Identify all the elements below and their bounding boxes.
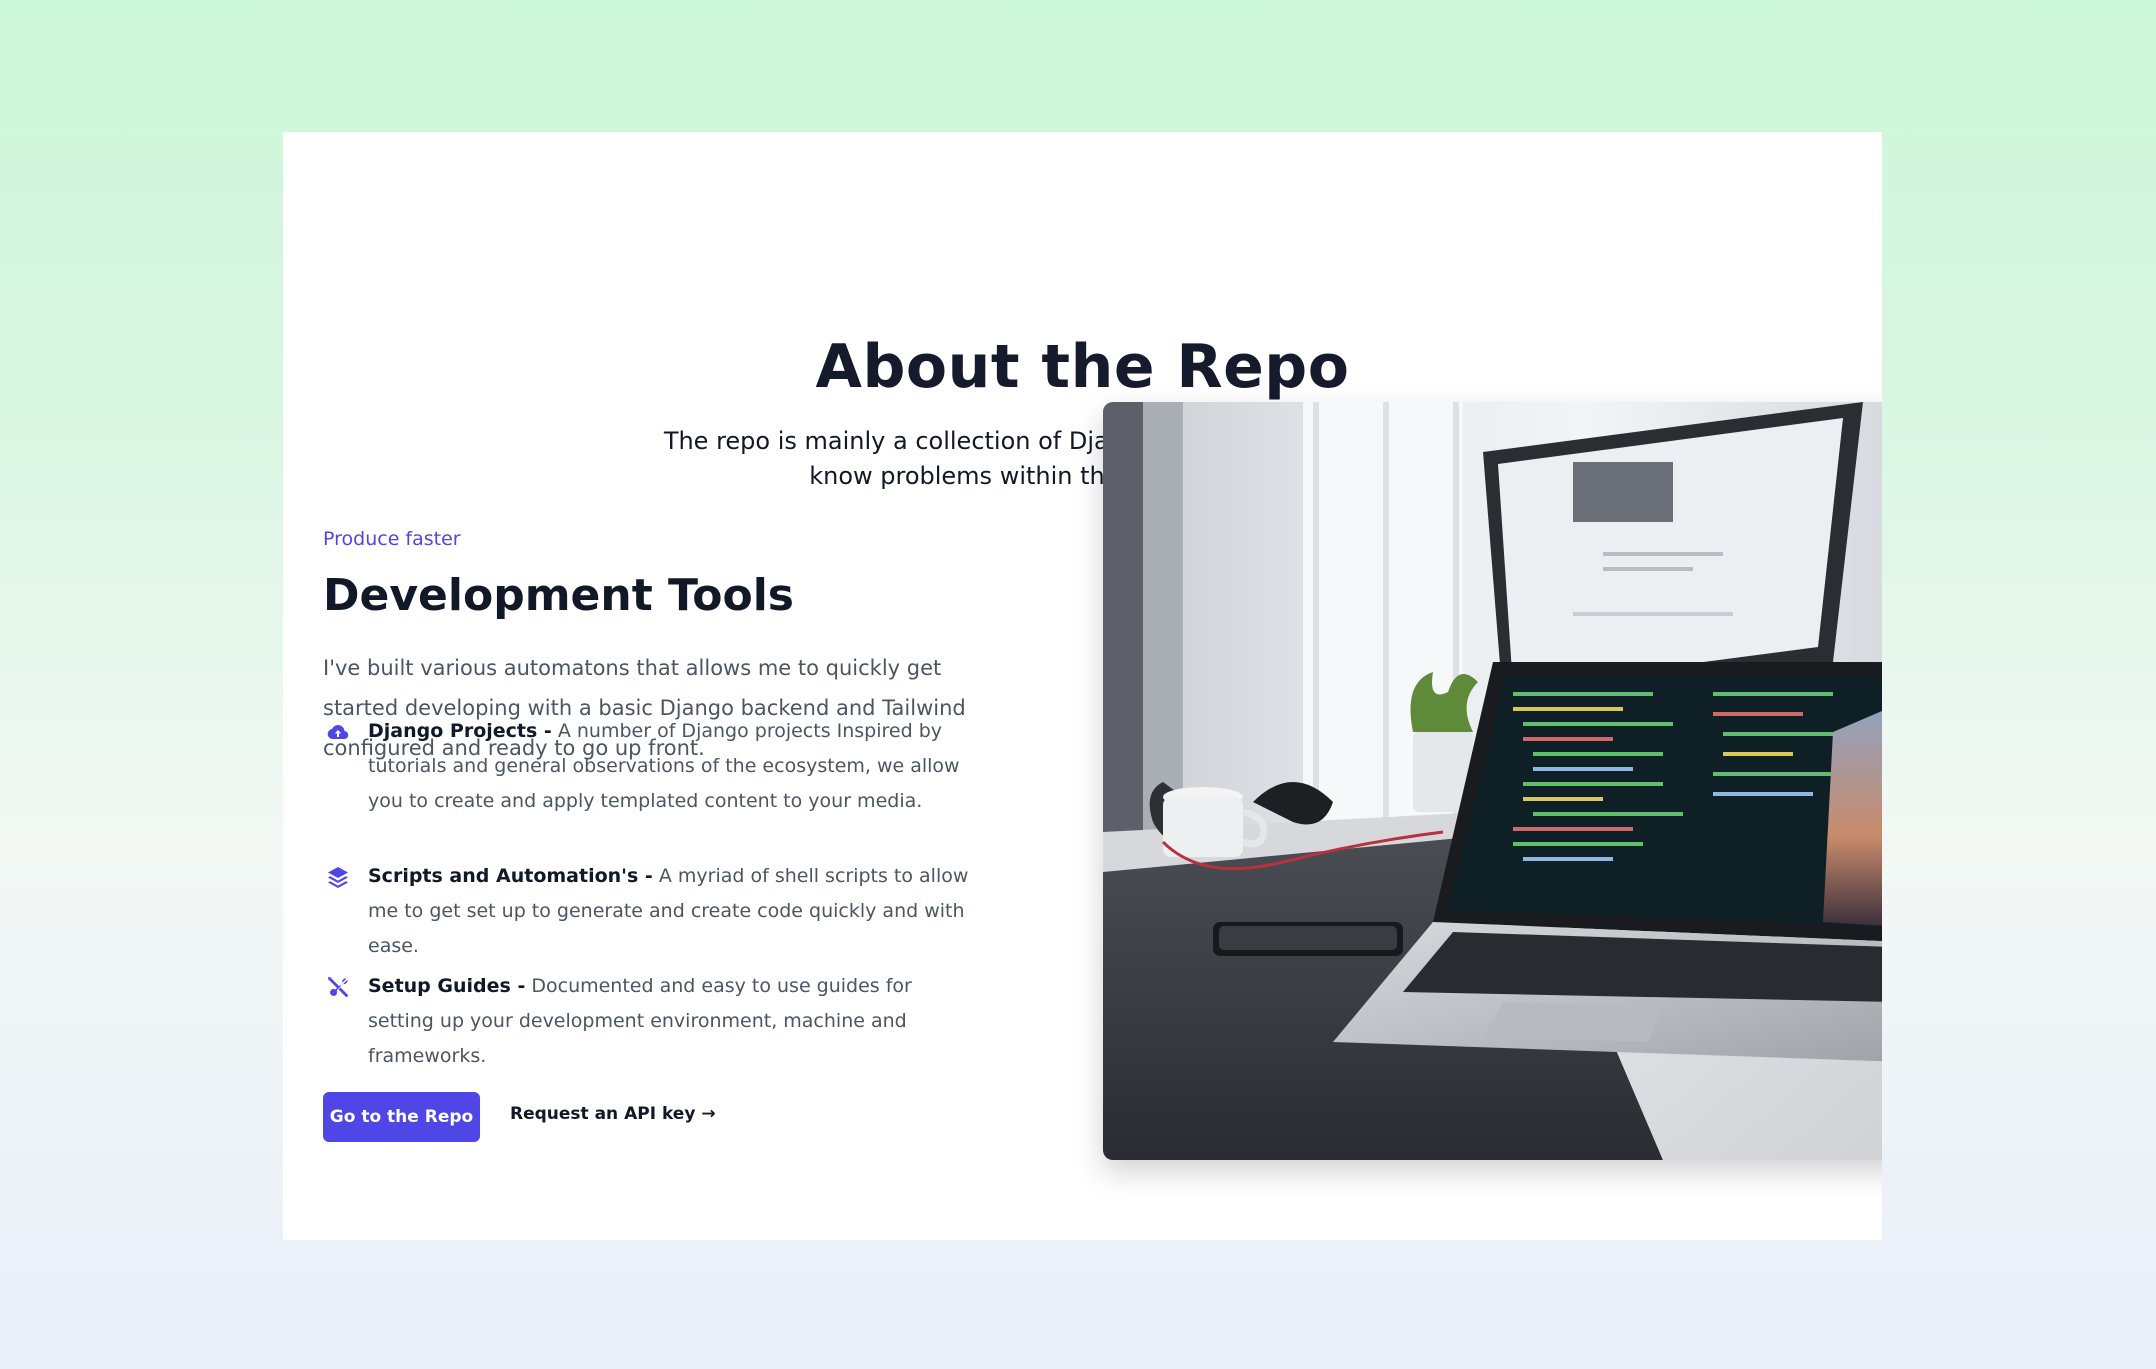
section-title: Development Tools	[323, 570, 794, 621]
about-card: About the Repo The repo is mainly a coll…	[283, 132, 1882, 1240]
feature-title: Django Projects -	[368, 720, 552, 742]
feature-item-scripts: Scripts and Automation's - A myriad of s…	[323, 859, 983, 964]
laptop-desk-illustration	[1103, 402, 1882, 1160]
feature-item-setup-guides: Setup Guides - Documented and easy to us…	[323, 969, 983, 1074]
workspace-photo	[1103, 402, 1882, 1160]
section-kicker: Produce faster	[323, 528, 461, 550]
tools-icon	[325, 974, 351, 1000]
feature-title: Scripts and Automation's -	[368, 865, 653, 887]
request-api-key-link[interactable]: Request an API key →	[510, 1104, 716, 1124]
go-to-repo-button[interactable]: Go to the Repo	[323, 1092, 480, 1142]
cloud-upload-icon	[325, 719, 351, 745]
layers-icon	[325, 864, 351, 890]
feature-title: Setup Guides -	[368, 975, 526, 997]
feature-item-django-projects: Django Projects - A number of Django pro…	[323, 714, 983, 819]
